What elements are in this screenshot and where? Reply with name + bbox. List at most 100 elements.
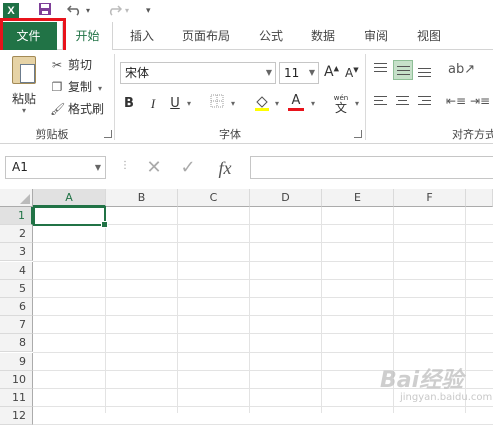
row-gridline [33,260,493,262]
column-gridline [465,207,466,413]
phonetic-char: 文 [334,101,347,115]
increase-indent-icon[interactable]: ⇥≡ [470,94,490,108]
format-painter-button[interactable]: 🖌 格式刷 [50,100,104,118]
col-header-b[interactable]: B [106,189,178,207]
row-header-8[interactable]: 8 [0,334,33,353]
font-color-swatch [288,108,304,111]
chevron-down-icon: ▼ [308,68,315,77]
align-left-button[interactable] [371,92,391,112]
name-box-value: A1 [12,160,28,174]
borders-dropdown-icon[interactable]: ▾ [228,94,238,114]
font-family-select[interactable]: 宋体 ▼ [120,62,276,84]
row-header-4[interactable]: 4 [0,261,33,280]
shrink-font-label: A [345,66,354,80]
formula-bar: A1 ▼ ⋮ ✕ ✓ fx [0,154,493,182]
font-launcher-icon[interactable] [354,130,362,138]
paste-button[interactable]: 粘贴 [12,90,36,107]
row-header-2[interactable]: 2 [0,225,33,244]
col-header-f[interactable]: F [394,189,466,207]
align-middle-button[interactable] [393,60,413,80]
copy-label: 复制 [68,80,93,94]
borders-button[interactable] [208,94,226,114]
redo-icon[interactable] [106,2,123,20]
font-color-dropdown-icon[interactable]: ▾ [308,94,318,114]
underline-dropdown-icon[interactable]: ▾ [184,94,194,114]
row-gridline [33,297,493,298]
align-right-button[interactable] [415,92,435,112]
tab-page-layout[interactable]: 页面布局 [172,22,240,50]
align-bottom-button[interactable] [415,60,435,80]
tab-data[interactable]: 数据 [302,22,344,50]
phonetic-button[interactable]: wén 文 [330,94,352,115]
insert-function-icon[interactable]: fx [210,157,240,179]
borders-icon [210,94,224,108]
tab-home[interactable]: 开始 [62,22,113,51]
phonetic-dropdown-icon[interactable]: ▾ [352,94,362,114]
watermark-logo: Bai经验 [380,368,464,393]
formula-bar-grip-icon: ⋮ [120,160,130,171]
font-size-select[interactable]: 11 ▼ [279,62,319,84]
col-header-a[interactable]: A [33,189,106,207]
redo-dropdown-icon[interactable]: ▾ [125,2,129,20]
copy-icon: ❐ [51,80,63,94]
tab-review[interactable]: 审阅 [355,22,397,50]
paste-dropdown-icon[interactable]: ▾ [22,106,26,115]
row-header-5[interactable]: 5 [0,279,33,298]
row-header-9[interactable]: 9 [0,352,33,371]
col-header-filler [466,189,493,207]
active-cell-a1[interactable] [33,206,108,228]
undo-icon[interactable] [66,2,83,20]
cancel-icon[interactable]: ✕ [140,157,168,179]
col-header-e[interactable]: E [322,189,394,207]
save-icon[interactable] [38,2,52,20]
bold-button[interactable]: B [122,94,136,114]
col-header-c[interactable]: C [178,189,250,207]
chevron-down-icon: ▼ [94,163,101,172]
paste-icon[interactable] [12,56,36,84]
underline-button[interactable]: U [168,94,182,114]
row-header-3[interactable]: 3 [0,243,33,262]
copy-button[interactable]: ❐ 复制 ▾ [50,78,102,96]
select-all-corner[interactable] [0,189,33,207]
decrease-indent-icon[interactable]: ⇤≡ [446,94,466,108]
align-center-button[interactable] [393,92,413,112]
fill-color-button[interactable] [252,94,272,114]
column-gridline [249,207,250,413]
row-header-1[interactable]: 1 [0,207,33,225]
col-header-d[interactable]: D [250,189,322,207]
orientation-icon[interactable]: ab↗ [448,62,475,77]
paintbrush-icon: 🖌 [50,102,66,116]
undo-dropdown-icon[interactable]: ▾ [86,2,90,20]
row-gridline [33,406,493,408]
row-header-11[interactable]: 11 [0,389,33,407]
cut-button[interactable]: ✂ 剪切 [50,56,92,74]
font-size-value: 11 [284,66,300,80]
row-header-6[interactable]: 6 [0,298,33,316]
tab-insert[interactable]: 插入 [121,22,163,50]
tab-file[interactable]: 文件 [0,22,57,50]
row-header-7[interactable]: 7 [0,316,33,335]
grow-font-button[interactable]: A▲ [324,64,339,80]
alignment-group-label: 对齐方式 [452,128,493,141]
align-top-button[interactable] [371,60,391,80]
clipboard-launcher-icon[interactable] [104,130,112,138]
customize-qat-icon[interactable]: ▾ [146,2,151,20]
font-color-button[interactable]: A [286,94,306,114]
column-gridline [177,207,178,413]
tab-formulas[interactable]: 公式 [250,22,292,50]
italic-button[interactable]: I [146,94,160,114]
enter-icon[interactable]: ✓ [174,157,202,179]
column-gridline [321,207,322,413]
name-box[interactable]: A1 ▼ [5,156,106,179]
column-gridline [105,207,106,413]
row-header-12[interactable]: 12 [0,407,33,425]
ribbon-home: 粘贴 ▾ ✂ 剪切 ❐ 复制 ▾ 🖌 格式刷 剪贴板 宋体 ▼ 11 ▼ A▲ A▼ B I… [0,50,493,144]
excel-app-icon: X [3,3,19,19]
formula-input[interactable] [250,156,493,179]
tab-view[interactable]: 视图 [408,22,450,50]
shrink-font-button[interactable]: A▼ [345,66,359,80]
row-header-10[interactable]: 10 [0,370,33,389]
group-divider [365,54,366,140]
copy-dropdown-icon[interactable]: ▾ [98,84,102,93]
fill-color-dropdown-icon[interactable]: ▾ [272,94,282,114]
